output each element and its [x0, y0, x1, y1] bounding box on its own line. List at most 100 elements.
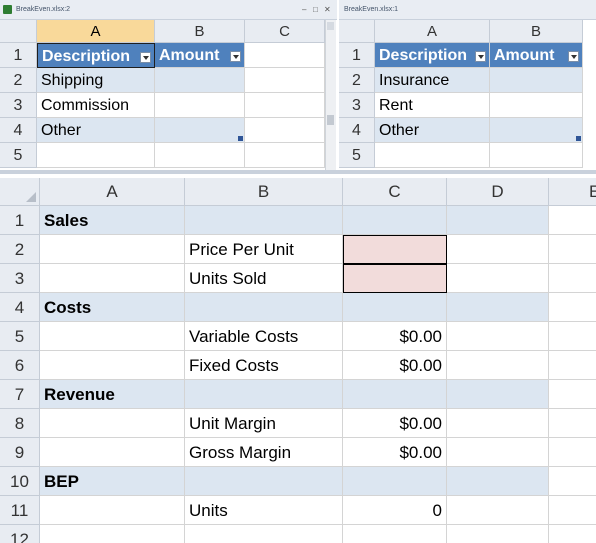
column-header-b[interactable]: B — [490, 20, 583, 43]
grid-cell[interactable]: Shipping — [37, 68, 155, 93]
column-header-c[interactable]: C — [343, 178, 447, 206]
grid-cell[interactable] — [245, 143, 325, 168]
row-header[interactable]: 10 — [0, 467, 40, 496]
select-all-corner[interactable] — [0, 178, 40, 206]
grid-cell[interactable] — [490, 93, 583, 118]
restore-icon[interactable]: □ — [313, 0, 318, 20]
table-header-description[interactable]: Description — [37, 43, 155, 68]
row-header[interactable]: 4 — [0, 118, 37, 143]
column-header-c[interactable]: C — [245, 20, 325, 43]
grid-cell[interactable] — [549, 235, 596, 264]
label-fixed-costs[interactable]: Fixed Costs — [185, 351, 343, 380]
grid-cell[interactable] — [185, 525, 343, 543]
grid-cell[interactable] — [40, 264, 185, 293]
grid-cell[interactable] — [40, 351, 185, 380]
grid-cell[interactable]: Commission — [37, 93, 155, 118]
row-header[interactable]: 5 — [0, 322, 40, 351]
row-header[interactable]: 9 — [0, 438, 40, 467]
grid-cell[interactable] — [549, 496, 596, 525]
column-header-a[interactable]: A — [375, 20, 490, 43]
value-fixed-costs[interactable]: $0.00 — [343, 351, 447, 380]
grid-cell[interactable] — [447, 525, 549, 543]
grid-cell[interactable]: Other — [37, 118, 155, 143]
grid-cell[interactable] — [185, 293, 343, 322]
row-header[interactable]: 5 — [339, 143, 375, 168]
right-workbook-window[interactable]: BreakEven.xlsx:1 A B 1 Description Amoun… — [339, 0, 596, 170]
grid-cell[interactable] — [245, 43, 325, 68]
row-header[interactable]: 6 — [0, 351, 40, 380]
grid-cell[interactable] — [447, 264, 549, 293]
column-header-a[interactable]: A — [37, 20, 155, 43]
grid-cell[interactable] — [447, 206, 549, 235]
main-worksheet[interactable]: A B C D E 1 Sales 2 Price Per Unit 3 Uni… — [0, 174, 596, 543]
table-header-description[interactable]: Description — [375, 43, 490, 68]
grid-cell[interactable] — [185, 206, 343, 235]
row-header[interactable]: 3 — [339, 93, 375, 118]
section-label-bep[interactable]: BEP — [40, 467, 185, 496]
grid-cell[interactable] — [490, 118, 583, 143]
select-all-corner[interactable] — [0, 20, 37, 43]
grid-cell[interactable] — [40, 525, 185, 543]
column-header-d[interactable]: D — [447, 178, 549, 206]
grid-cell[interactable] — [155, 68, 245, 93]
grid-cell[interactable] — [447, 467, 549, 496]
left-window-titlebar[interactable]: BreakEven.xlsx:2 — [0, 0, 337, 20]
grid-cell[interactable]: Rent — [375, 93, 490, 118]
filter-dropdown-icon[interactable] — [568, 51, 579, 62]
scroll-up-icon[interactable] — [327, 22, 334, 30]
grid-cell[interactable] — [343, 467, 447, 496]
grid-cell[interactable] — [343, 293, 447, 322]
grid-cell[interactable] — [40, 409, 185, 438]
grid-cell[interactable] — [447, 293, 549, 322]
close-icon[interactable]: ✕ — [324, 0, 331, 20]
grid-cell[interactable] — [185, 380, 343, 409]
row-header[interactable]: 1 — [0, 206, 40, 235]
grid-cell[interactable]: Insurance — [375, 68, 490, 93]
minimize-icon[interactable]: – — [302, 0, 306, 20]
filter-dropdown-icon[interactable] — [230, 51, 241, 62]
row-header[interactable]: 1 — [0, 43, 37, 68]
filter-dropdown-icon[interactable] — [475, 51, 486, 62]
grid-cell[interactable] — [549, 438, 596, 467]
row-header[interactable]: 11 — [0, 496, 40, 525]
grid-cell[interactable] — [40, 235, 185, 264]
grid-cell[interactable] — [549, 322, 596, 351]
row-header[interactable]: 1 — [339, 43, 375, 68]
scroll-thumb[interactable] — [327, 115, 334, 125]
grid-cell[interactable]: Other — [375, 118, 490, 143]
label-variable-costs[interactable]: Variable Costs — [185, 322, 343, 351]
row-header[interactable]: 7 — [0, 380, 40, 409]
row-header[interactable]: 2 — [339, 68, 375, 93]
grid-cell[interactable] — [549, 351, 596, 380]
grid-cell[interactable] — [549, 206, 596, 235]
grid-cell[interactable] — [343, 525, 447, 543]
grid-cell[interactable] — [490, 68, 583, 93]
grid-cell[interactable] — [490, 143, 583, 168]
left-workbook-window[interactable]: BreakEven.xlsx:2 – □ ✕ A B C 1 Descripti… — [0, 0, 337, 170]
table-resize-handle[interactable] — [576, 136, 581, 141]
section-label-costs[interactable]: Costs — [40, 293, 185, 322]
select-all-corner[interactable] — [339, 20, 375, 43]
grid-cell[interactable] — [447, 438, 549, 467]
grid-cell[interactable] — [549, 264, 596, 293]
grid-cell[interactable] — [447, 351, 549, 380]
section-label-revenue[interactable]: Revenue — [40, 380, 185, 409]
label-unit-margin[interactable]: Unit Margin — [185, 409, 343, 438]
label-units-sold[interactable]: Units Sold — [185, 264, 343, 293]
grid-cell[interactable] — [447, 380, 549, 409]
grid-cell[interactable] — [245, 68, 325, 93]
label-price-per-unit[interactable]: Price Per Unit — [185, 235, 343, 264]
grid-cell[interactable] — [40, 496, 185, 525]
grid-cell[interactable] — [549, 409, 596, 438]
grid-cell[interactable] — [549, 293, 596, 322]
grid-cell[interactable] — [155, 118, 245, 143]
grid-cell[interactable] — [40, 438, 185, 467]
grid-cell[interactable] — [549, 525, 596, 543]
grid-cell[interactable] — [245, 93, 325, 118]
column-header-e[interactable]: E — [549, 178, 596, 206]
table-header-amount[interactable]: Amount — [490, 43, 583, 68]
row-header[interactable]: 4 — [339, 118, 375, 143]
grid-cell[interactable] — [447, 322, 549, 351]
grid-cell[interactable] — [447, 496, 549, 525]
right-window-titlebar[interactable]: BreakEven.xlsx:1 — [339, 0, 596, 20]
